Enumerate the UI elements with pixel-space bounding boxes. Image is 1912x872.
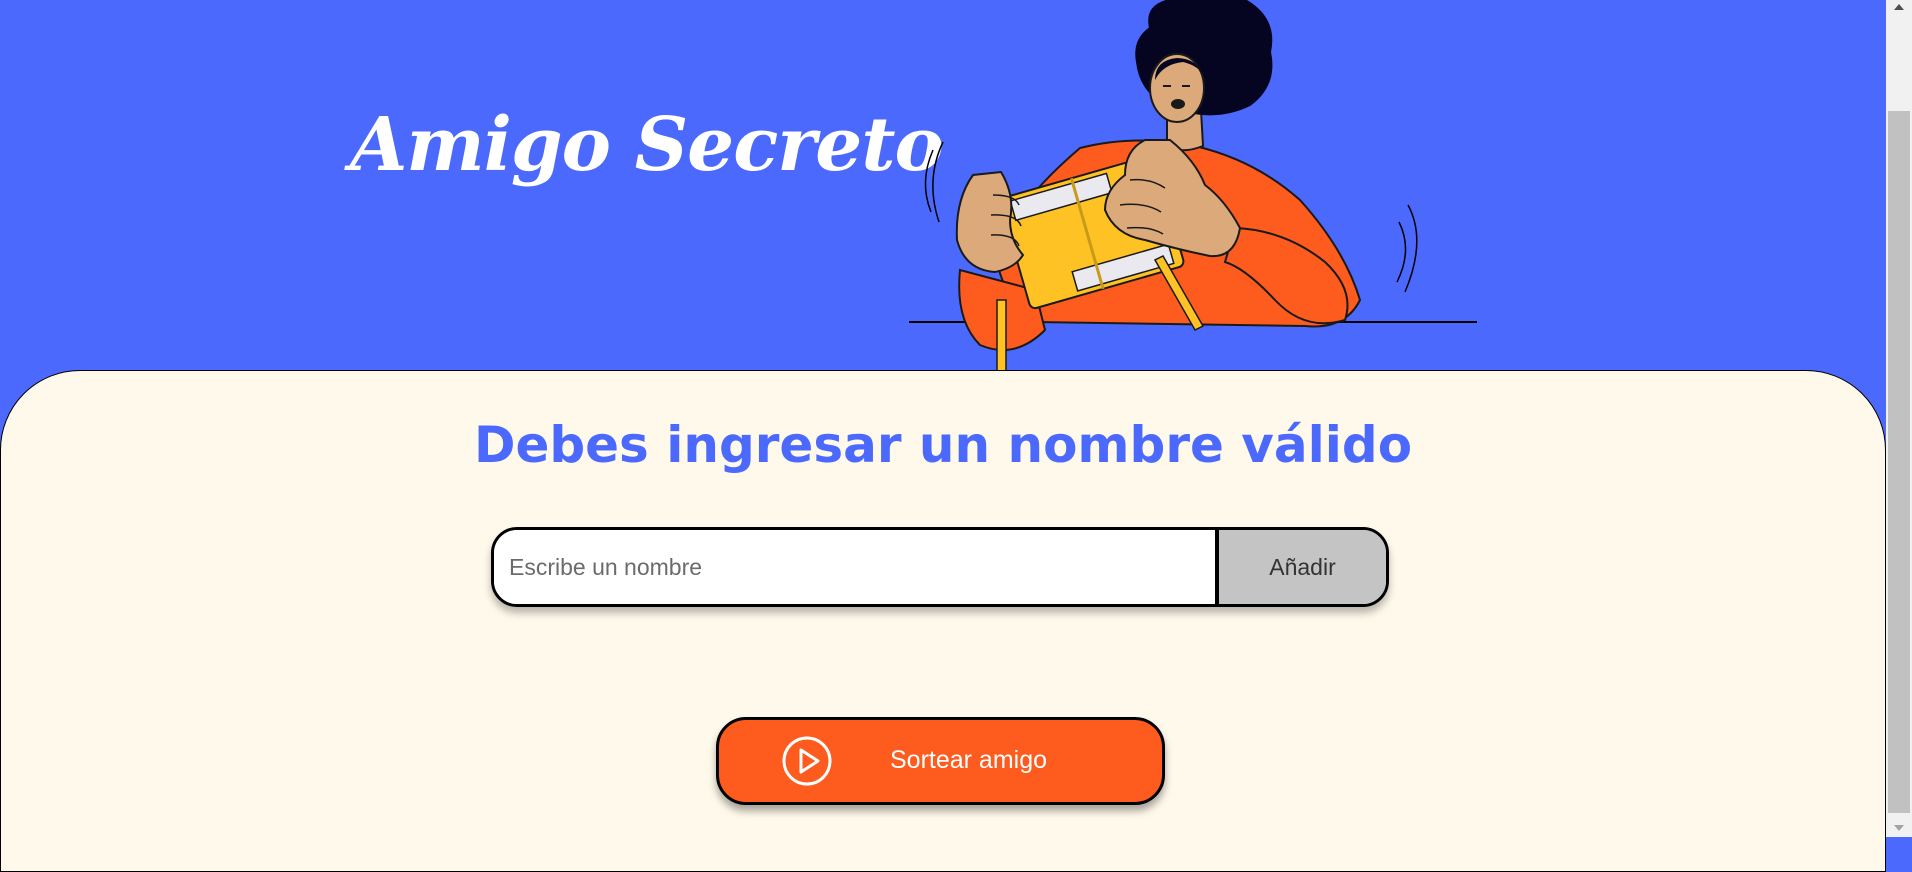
play-circle-icon bbox=[782, 736, 832, 786]
main-panel: Debes ingresar un nombre válido Añadir S… bbox=[0, 370, 1886, 872]
scroll-up-arrow-icon[interactable] bbox=[1894, 4, 1904, 10]
app-title: Amigo Secreto bbox=[350, 102, 944, 188]
scroll-down-arrow-icon[interactable] bbox=[1894, 825, 1904, 831]
draw-friend-button[interactable]: Sortear amigo bbox=[716, 717, 1165, 805]
draw-friend-button-label: Sortear amigo bbox=[890, 746, 1048, 774]
person-shaking-gift-box-illustration bbox=[909, 0, 1477, 372]
validation-message-title: Debes ingresar un nombre válido bbox=[473, 416, 1413, 474]
name-input-group: Añadir bbox=[491, 527, 1389, 607]
friends-list bbox=[491, 621, 1389, 711]
name-input[interactable] bbox=[494, 530, 1219, 604]
vertical-scrollbar[interactable] bbox=[1886, 0, 1912, 837]
add-button[interactable]: Añadir bbox=[1219, 530, 1386, 604]
page-header: Amigo Secreto bbox=[0, 0, 1886, 372]
scrollbar-thumb[interactable] bbox=[1888, 111, 1910, 813]
